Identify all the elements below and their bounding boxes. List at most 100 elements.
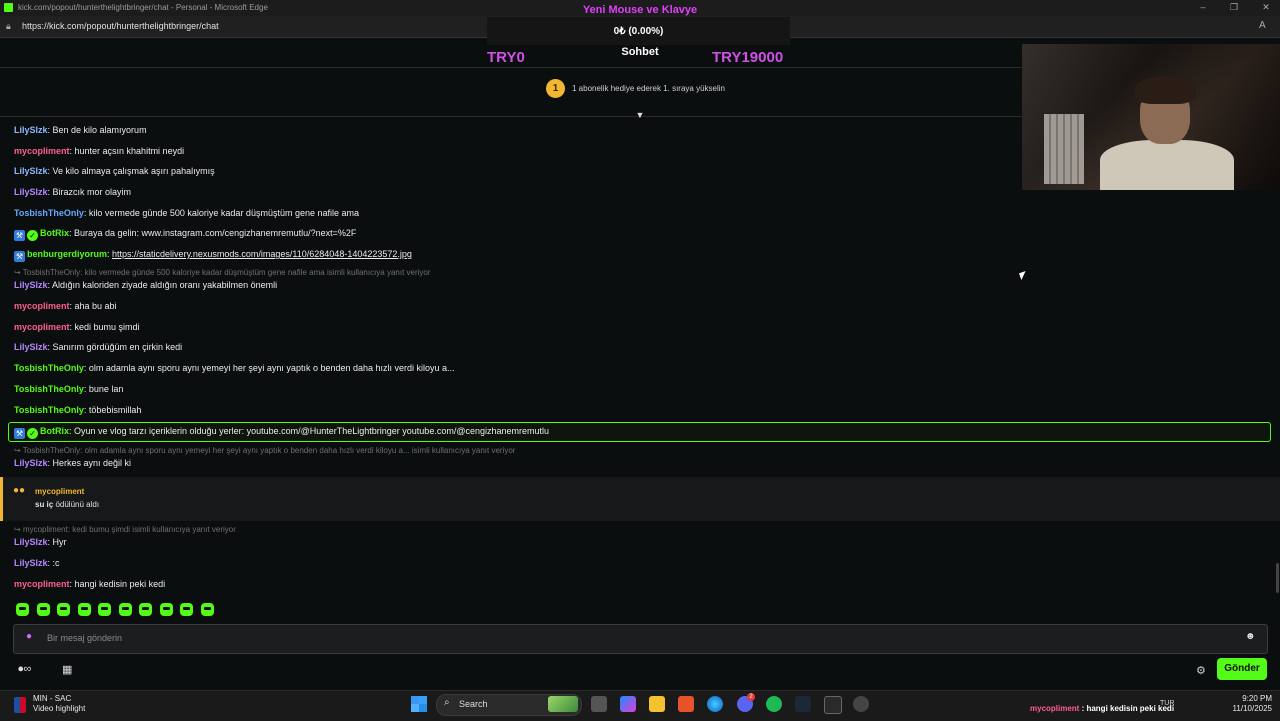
read-aloud-icon[interactable]: A — [1259, 20, 1266, 31]
gear-icon[interactable]: ⚙ — [1196, 664, 1206, 677]
chat-message[interactable]: mycopliment: aha bu abi — [14, 301, 117, 311]
stream-caption: mycopliment : hangi kedisin peki kedi — [1030, 704, 1174, 713]
username[interactable]: TosbishTheOnly — [14, 384, 84, 394]
task-view-icon[interactable] — [591, 696, 607, 712]
reward-suffix: ödülünü aldı — [53, 500, 100, 509]
chat-message[interactable]: ⚒ ✓ BotRix: Buraya da gelin: www.instagram… — [14, 228, 356, 241]
moderator-badge-icon: ⚒ — [14, 230, 25, 241]
reply-text: mycopliment: kedi bumu şimdi isimli kull… — [22, 525, 236, 534]
chat-message[interactable]: LilySlzk: Ben de kilo alamıyorum — [14, 125, 147, 135]
chat-message[interactable]: ⚒ ✓ BotRix: Oyun ve vlog tarzı içeriklerin… — [14, 426, 549, 439]
lock-icon: 🔒︎ — [6, 21, 11, 31]
username[interactable]: LilySlzk — [14, 187, 48, 197]
edge-icon[interactable] — [707, 696, 723, 712]
username[interactable]: LilySlzk — [14, 342, 48, 352]
reply-context[interactable]: ↪ TosbishTheOnly: olm adamla aynı sporu … — [14, 446, 515, 455]
chat-message[interactable]: LilySlzk: Sanırım gördüğüm en çirkin ked… — [14, 342, 182, 352]
score-widget[interactable]: MIN - SAC Video highlight — [33, 694, 85, 714]
file-explorer-icon[interactable] — [649, 696, 665, 712]
chat-message[interactable]: LilySlzk: Aldığın kaloriden ziyade aldığ… — [14, 280, 277, 290]
streamer-hair — [1134, 76, 1196, 104]
emote-icon[interactable] — [139, 603, 153, 616]
send-button[interactable]: Gönder — [1217, 658, 1267, 680]
caption-user: mycopliment — [1030, 704, 1080, 713]
emote-icon[interactable] — [118, 603, 132, 616]
username[interactable]: mycopliment — [14, 146, 70, 156]
rank-badge: 1 — [546, 79, 565, 98]
username[interactable]: TosbishTheOnly — [14, 208, 84, 218]
channel-points-icon[interactable]: ⦁∞ — [18, 663, 31, 676]
restore-button[interactable]: ❐ — [1226, 2, 1242, 14]
emote-icon[interactable] — [98, 603, 112, 616]
url-text[interactable]: https://kick.com/popout/hunterthelightbr… — [22, 21, 219, 31]
emote-icon[interactable] — [57, 603, 71, 616]
close-button[interactable]: ✕ — [1258, 2, 1274, 14]
username[interactable]: TosbishTheOnly — [14, 405, 84, 415]
chat-message[interactable]: LilySlzk: Herkes aynı değil ki — [14, 458, 131, 468]
language-indicator[interactable]: TUR — [1160, 700, 1174, 707]
emote-icon[interactable] — [159, 603, 173, 616]
chat-message[interactable]: LilySlzk: :c — [14, 558, 60, 568]
chat-message[interactable]: TosbishTheOnly: töbebismillah — [14, 405, 141, 415]
scrollbar-thumb[interactable] — [1276, 563, 1279, 593]
goal-min: TRY0 — [487, 49, 525, 66]
username[interactable]: mycopliment — [14, 301, 70, 311]
message-text: : hangi kedisin peki kedi — [69, 579, 166, 589]
score-line: MIN - SAC — [33, 694, 72, 703]
streamer-body — [1100, 140, 1234, 190]
emoji-icon[interactable]: ☻ — [1245, 632, 1256, 642]
emote-icon[interactable] — [36, 603, 50, 616]
chat-message[interactable]: mycopliment: hunter açsın khahitmi neydi — [14, 146, 184, 156]
username[interactable]: BotRix — [40, 228, 69, 238]
chat-message[interactable]: TosbishTheOnly: bune lan — [14, 384, 123, 394]
reward-username[interactable]: mycopliment — [35, 487, 84, 496]
goal-max: TRY19000 — [712, 49, 784, 66]
username[interactable]: LilySlzk — [14, 458, 48, 468]
microphone-icon[interactable]: ● — [26, 631, 34, 643]
search-icon: ⌕ — [444, 697, 450, 708]
username[interactable]: mycopliment — [14, 579, 70, 589]
office-icon[interactable] — [678, 696, 694, 712]
steam-icon[interactable] — [795, 696, 811, 712]
chat-message[interactable]: TosbishTheOnly: olm adamla aynı sporu ay… — [14, 363, 455, 373]
username[interactable]: LilySlzk — [14, 537, 48, 547]
username[interactable]: mycopliment — [14, 322, 70, 332]
chat-message[interactable]: ⚒ benburgerdiyorum: https://staticdeliver… — [14, 249, 412, 262]
emote-icon[interactable] — [77, 603, 91, 616]
search-label: Search — [459, 699, 488, 709]
nba-icon[interactable] — [14, 697, 26, 713]
message-link[interactable]: https://staticdelivery.nexusmods.com/ima… — [112, 249, 412, 259]
reply-arrow-icon: ↪ — [14, 268, 23, 277]
emote-icon[interactable] — [200, 603, 214, 616]
chat-message[interactable]: LilySlzk: Hyr — [14, 537, 67, 547]
username[interactable]: LilySlzk — [14, 125, 48, 135]
chat-message[interactable]: mycopliment: hangi kedisin peki kedi — [14, 579, 165, 589]
message-text: : hunter açsın khahitmi neydi — [69, 146, 185, 156]
gift-banner-text[interactable]: 1 abonelik hediye ederek 1. sıraya yükse… — [572, 84, 725, 93]
emote-icon[interactable] — [180, 603, 194, 616]
reply-context[interactable]: ↪ mycopliment: kedi bumu şimdi isimli ku… — [14, 525, 236, 534]
epic-games-icon[interactable] — [824, 696, 842, 714]
chat-message[interactable]: TosbishTheOnly: kilo vermede günde 500 k… — [14, 208, 359, 218]
username[interactable]: BotRix — [40, 426, 69, 436]
obs-icon[interactable] — [853, 696, 869, 712]
chat-message[interactable]: LilySlzk: Birazcık mor olayim — [14, 187, 131, 197]
username[interactable]: TosbishTheOnly — [14, 363, 84, 373]
minimize-button[interactable]: – — [1195, 2, 1211, 14]
username[interactable]: LilySlzk — [14, 558, 48, 568]
clock[interactable]: 9:20 PM 11/10/2025 — [1222, 694, 1272, 714]
username[interactable]: benburgerdiyorum — [27, 249, 107, 259]
copilot-icon[interactable] — [620, 696, 636, 712]
collapse-pinned-icon[interactable]: ▼ — [633, 110, 647, 120]
spotify-icon[interactable] — [766, 696, 782, 712]
windows-start-icon[interactable] — [411, 696, 427, 712]
chat-message[interactable]: LilySlzk: Ve kilo almaya çalışmak aşırı … — [14, 166, 215, 176]
username[interactable]: LilySlzk — [14, 166, 48, 176]
kick-favicon-icon — [4, 3, 13, 12]
message-input[interactable] — [47, 632, 1227, 644]
reply-context[interactable]: ↪ TosbishTheOnly: kilo vermede günde 500… — [14, 268, 431, 277]
chat-message[interactable]: mycopliment: kedi bumu şimdi — [14, 322, 140, 332]
username[interactable]: LilySlzk — [14, 280, 48, 290]
emote-icon[interactable] — [16, 603, 29, 616]
store-icon[interactable]: ▦ — [62, 663, 72, 676]
